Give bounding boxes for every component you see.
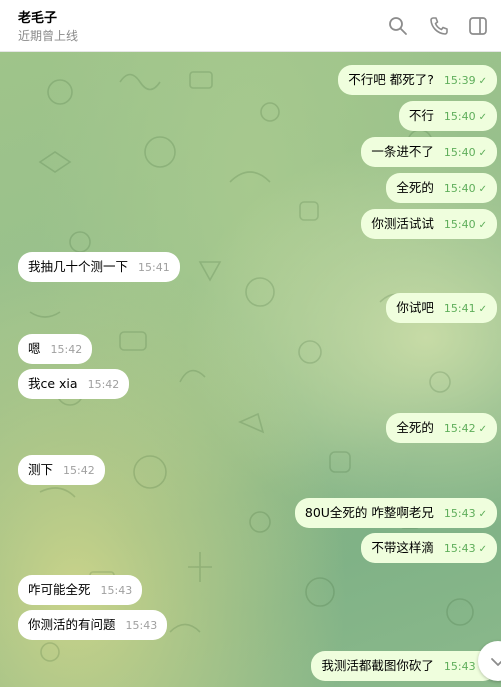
incoming-message[interactable]: 我抽几十个测一下 15:41 — [18, 252, 180, 282]
message-text: 测下 — [28, 462, 54, 477]
message-text: 我抽几十个测一下 — [28, 259, 129, 274]
sidebar-toggle-icon[interactable] — [467, 15, 489, 37]
message-time: 15:40 — [443, 218, 476, 231]
chevron-down-icon — [491, 658, 501, 666]
message-text: 嗯 — [28, 341, 41, 356]
read-receipt-icon: ✓ — [478, 304, 487, 315]
message-time: 15:42 — [50, 343, 83, 356]
message-time: 15:39 — [443, 74, 476, 87]
read-receipt-icon: ✓ — [478, 509, 487, 520]
outgoing-message[interactable]: 不行 15:40 ✓ — [398, 101, 497, 131]
chat-header: 老毛子 近期曾上线 — [0, 0, 501, 52]
message-time: 15:43 — [443, 660, 476, 673]
outgoing-message[interactable]: 不行吧 都死了? 15:39 ✓ — [338, 65, 497, 95]
read-receipt-icon: ✓ — [478, 424, 487, 435]
message-time: 15:43 — [100, 584, 133, 597]
outgoing-message[interactable]: 你试吧 15:41 ✓ — [386, 293, 497, 323]
read-receipt-icon: ✓ — [478, 184, 487, 195]
message-text: 不行 — [408, 108, 434, 123]
message-time: 15:40 — [443, 182, 476, 195]
chat-title[interactable]: 老毛子 — [18, 7, 57, 26]
message-time: 15:41 — [443, 302, 476, 315]
read-receipt-icon: ✓ — [478, 112, 487, 123]
message-time: 15:42 — [63, 464, 95, 477]
outgoing-message[interactable]: 我测活都截图你砍了15:43✓ — [311, 651, 497, 681]
message-time: 15:40 — [443, 110, 476, 123]
outgoing-message[interactable]: 不带这样滴 15:43 ✓ — [361, 533, 497, 563]
last-seen-status: 近期曾上线 — [18, 29, 79, 43]
read-receipt-icon: ✓ — [478, 148, 487, 159]
message-text: 不行吧 都死了? — [348, 72, 434, 87]
message-text: 我测活都截图你砍了 — [321, 658, 434, 673]
message-time: 15:42 — [87, 378, 120, 391]
message-time: 15:43 — [443, 542, 476, 555]
message-text: 你测活试试 — [371, 216, 434, 231]
message-time: 15:43 — [443, 507, 476, 520]
message-text: 80U全死的 咋整啊老兄 — [304, 505, 434, 520]
phone-icon[interactable] — [428, 15, 450, 37]
incoming-message[interactable]: 你测活的有问题 15:43 — [18, 610, 168, 640]
incoming-message[interactable]: 咋可能全死 15:43 — [18, 575, 143, 605]
incoming-message[interactable]: 我ce xia 15:42 — [18, 369, 130, 399]
message-text: 你试吧 — [396, 300, 434, 315]
message-time: 15:40 — [443, 146, 476, 159]
message-text: 全死的 — [396, 180, 434, 195]
outgoing-message[interactable]: 一条进不了 15:40 ✓ — [361, 137, 497, 167]
read-receipt-icon: ✓ — [478, 76, 487, 87]
message-time: 15:43 — [125, 619, 158, 632]
message-text: 你测活的有问题 — [28, 617, 116, 632]
message-time: 15:42 — [443, 422, 476, 435]
outgoing-message[interactable]: 全死的 15:42 ✓ — [386, 413, 497, 443]
message-text: 我ce xia — [28, 376, 78, 391]
read-receipt-icon: ✓ — [478, 544, 487, 555]
outgoing-message[interactable]: 全死的 15:40 ✓ — [386, 173, 497, 203]
outgoing-message[interactable]: 你测活试试 15:40 ✓ — [361, 209, 497, 239]
incoming-message[interactable]: 嗯 15:42 — [18, 334, 93, 364]
message-text: 一条进不了 — [371, 144, 434, 159]
read-receipt-icon: ✓ — [478, 220, 487, 231]
message-text: 不带这样滴 — [371, 540, 434, 555]
message-text: 咋可能全死 — [28, 582, 91, 597]
message-time: 15:41 — [138, 261, 170, 274]
search-icon[interactable] — [387, 15, 409, 37]
outgoing-message[interactable]: 80U全死的 咋整啊老兄 15:43 ✓ — [294, 498, 497, 528]
incoming-message[interactable]: 测下 15:42 — [18, 455, 105, 485]
message-text: 全死的 — [396, 420, 434, 435]
